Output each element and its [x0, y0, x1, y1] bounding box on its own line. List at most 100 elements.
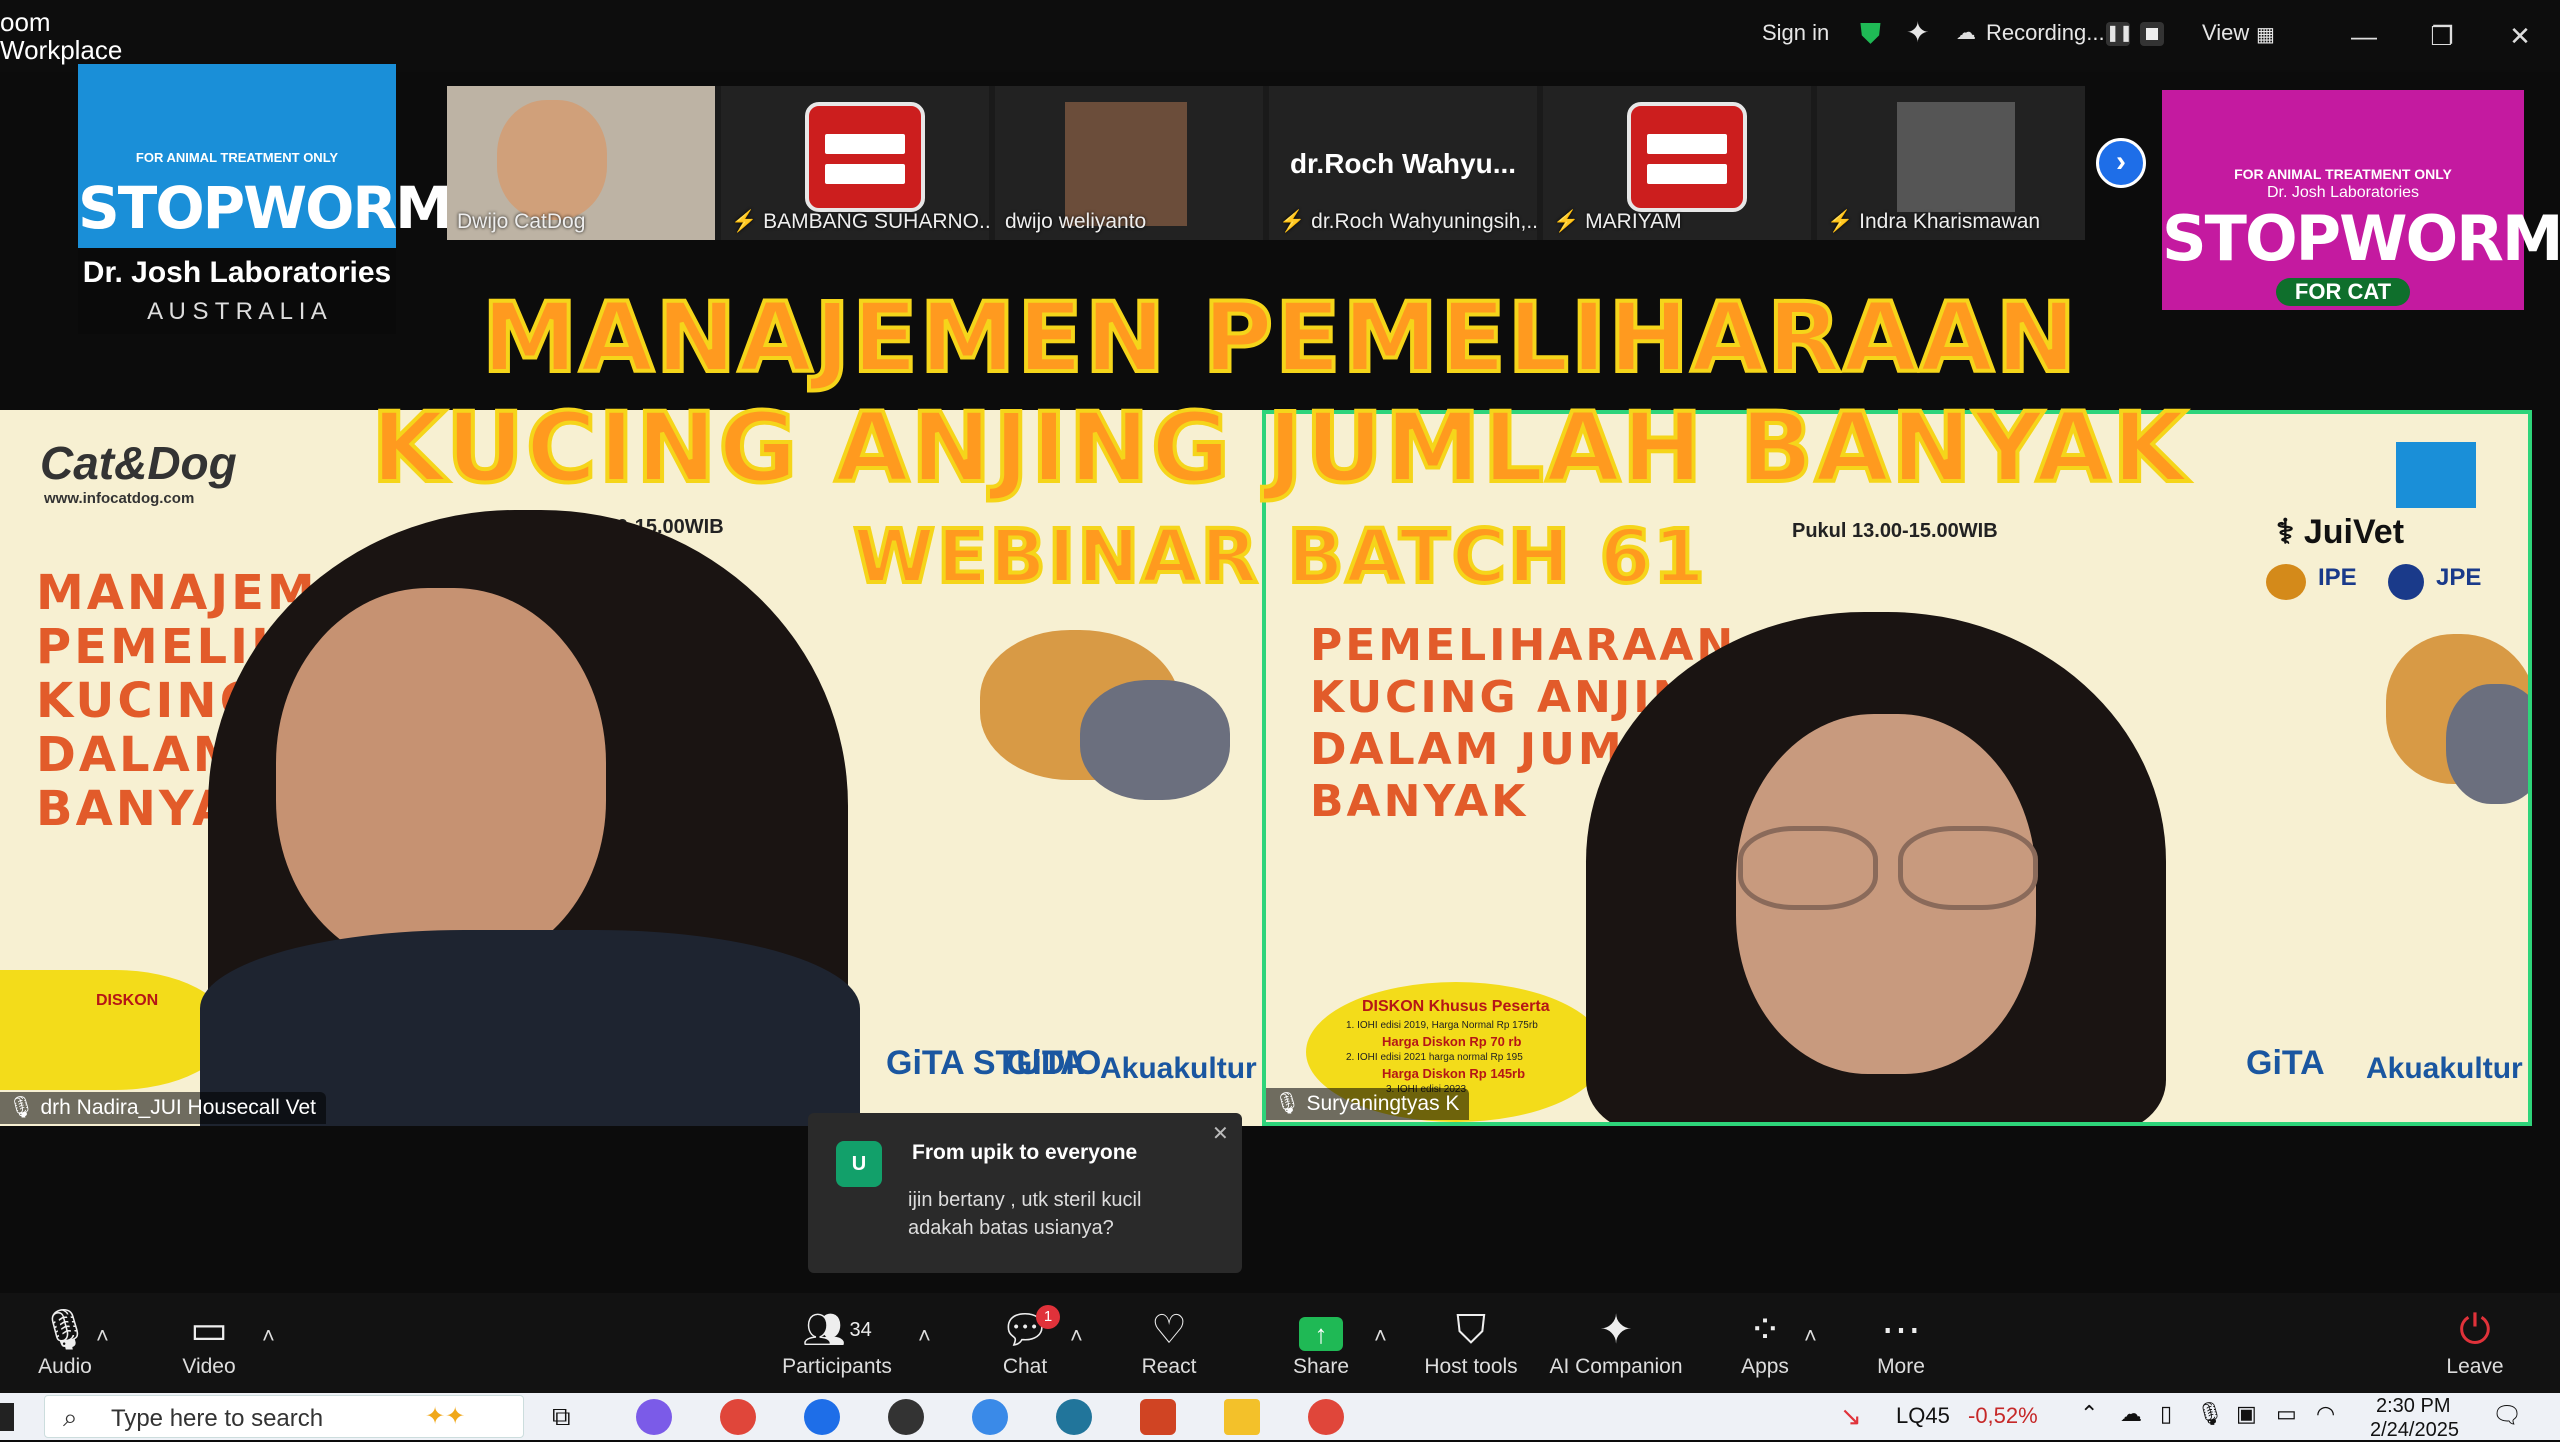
participant-name: Suryaningtyas K — [1306, 1092, 1460, 1115]
zoom-app-icon[interactable] — [804, 1399, 840, 1435]
chat-options-chevron-icon[interactable]: ˄ — [1070, 1323, 1083, 1349]
view-grid-icon[interactable]: ▦ — [2256, 22, 2275, 47]
sparkle-icon[interactable]: ✦ — [1906, 16, 1929, 49]
react-button[interactable]: ♡ React — [1104, 1305, 1234, 1387]
participant-thumb-5[interactable]: ⚡ MARIYAM — [1543, 86, 1811, 240]
pause-recording-icon[interactable]: ❚❚ — [2106, 22, 2133, 46]
apps-options-chevron-icon[interactable]: ˄ — [1804, 1323, 1817, 1349]
cat-illustration — [2446, 684, 2528, 804]
share-label: Share — [1292, 1355, 1350, 1378]
muted-mic-icon: ⚡ — [731, 210, 758, 233]
stock-name[interactable]: LQ45 — [1896, 1403, 1950, 1429]
react-label: React — [1141, 1355, 1197, 1378]
speaker-face — [276, 588, 606, 968]
chrome-profile-app-icon[interactable] — [1308, 1399, 1344, 1435]
audio-button[interactable]: 🎙︎ Audio — [0, 1305, 130, 1387]
participant-thumb-1[interactable]: Dwijo CatDog — [447, 86, 715, 240]
lab-name: Dr. Josh Laboratories — [2266, 184, 2420, 201]
stop-recording-icon[interactable] — [2140, 22, 2164, 46]
microphone-tray-icon[interactable]: 🎙︎ — [2196, 1401, 2224, 1427]
battery-icon[interactable]: ▭ — [2276, 1401, 2297, 1427]
leave-button[interactable]: ⏻ Leave — [2410, 1305, 2540, 1387]
participant-thumb-6[interactable]: ⚡ Indra Kharismawan — [1817, 86, 2085, 240]
heart-icon: ♡ — [1151, 1308, 1187, 1352]
start-button-icon[interactable] — [0, 1403, 14, 1431]
view-menu[interactable]: View — [2202, 20, 2249, 46]
sign-in-link[interactable]: Sign in — [1762, 20, 1829, 46]
cat-illustration — [1080, 680, 1230, 800]
obs-app-icon[interactable] — [888, 1399, 924, 1435]
participant-name: Dwijo CatDog — [457, 210, 586, 233]
participant-thumb-2[interactable]: ⚡ BAMBANG SUHARNO... — [721, 86, 989, 240]
share-options-chevron-icon[interactable]: ˄ — [1374, 1323, 1387, 1349]
audio-options-chevron-icon[interactable]: ˄ — [96, 1323, 109, 1349]
stock-down-icon: ↘ — [1840, 1401, 1862, 1431]
next-page-arrow-icon[interactable]: › — [2096, 138, 2146, 188]
leave-icon: ⏻ — [2459, 1308, 2491, 1352]
cloud-record-icon: ☁ — [1956, 22, 1976, 44]
participant-name: Indra Kharismawan — [1859, 210, 2041, 233]
share-arrow-icon: ↑ — [1299, 1317, 1343, 1351]
edge-app-icon[interactable] — [972, 1399, 1008, 1435]
powerpoint-app-icon[interactable] — [1140, 1399, 1176, 1435]
gallus-logo — [805, 102, 925, 212]
host-tools-button[interactable]: ⛉ Host tools — [1406, 1305, 1536, 1387]
participant-name: dwijo weliyanto — [1005, 210, 1147, 233]
participants-icon: 👥︎ — [802, 1311, 846, 1349]
minimize-icon[interactable]: — — [2344, 16, 2384, 56]
sponsor-logo: GiTA — [1006, 1044, 1085, 1082]
app-title-line1: oom — [0, 7, 51, 37]
participant-thumb-4[interactable]: dr.Roch Wahyu... ⚡ dr.Roch Wahyuningsih,.… — [1269, 86, 1537, 240]
participants-count: 34 — [849, 1319, 872, 1341]
discount-line: 2. IOHI edisi 2021 harga normal Rp 195 — [1346, 1052, 1523, 1063]
copilot-app-icon[interactable] — [636, 1399, 672, 1435]
share-button[interactable]: ↑ Share — [1256, 1305, 1386, 1387]
participant-photo — [1897, 102, 2015, 212]
display-icon[interactable]: ▣ — [2236, 1401, 2257, 1427]
cloud-sync-icon[interactable]: ☁ — [2120, 1401, 2142, 1427]
more-button[interactable]: ⋯ More — [1836, 1305, 1966, 1387]
close-popup-icon[interactable]: ✕ — [1212, 1121, 1229, 1146]
slide-line: PEMELIHARAAN — [1310, 620, 1737, 671]
close-icon[interactable]: ✕ — [2500, 16, 2540, 56]
participant-name: dr.Roch Wahyuningsih,... — [1311, 210, 1537, 233]
discount-badge: DISKON — [0, 970, 230, 1090]
microphone-icon: 🎙︎ — [39, 1308, 91, 1352]
device-icon[interactable]: ▯ — [2160, 1401, 2172, 1427]
taskbar-search-input[interactable]: ⌕ Type here to search ✦✦ — [44, 1395, 524, 1438]
stopworm-brand: STOPWORM — [78, 174, 453, 242]
gallus-logo — [1627, 102, 1747, 212]
wordpress-app-icon[interactable] — [1056, 1399, 1092, 1435]
ai-companion-label: AI Companion — [1549, 1355, 1683, 1378]
discount-line: Harga Diskon Rp 70 rb — [1382, 1034, 1522, 1049]
overlay-title-line3: WEBINAR BATCH 61 — [851, 512, 1707, 602]
file-explorer-app-icon[interactable] — [1224, 1399, 1260, 1435]
system-tray-chevron-icon[interactable]: ⌃ — [2080, 1401, 2098, 1427]
clock-time[interactable]: 2:30 PM — [2376, 1395, 2450, 1418]
wifi-icon[interactable]: ◠ — [2316, 1401, 2335, 1427]
task-view-icon[interactable]: ⧉ — [552, 1401, 571, 1433]
discount-title: DISKON Khusus Peserta — [1362, 998, 1550, 1015]
windows-taskbar: ⌕ Type here to search ✦✦ ⧉ ↘ LQ45 -0,52%… — [0, 1393, 2560, 1442]
search-highlight-sparkle-icon: ✦✦ — [425, 1403, 466, 1430]
stopworm-left-panel: FOR ANIMAL TREATMENT ONLY STOPWORM — [78, 64, 453, 248]
participants-options-chevron-icon[interactable]: ˄ — [918, 1323, 931, 1349]
notifications-icon[interactable]: 🗨︎ — [2492, 1401, 2522, 1430]
video-options-chevron-icon[interactable]: ˄ — [262, 1323, 275, 1349]
participant-thumb-3[interactable]: dwijo weliyanto — [995, 86, 1263, 240]
ai-companion-button[interactable]: ✦ AI Companion — [1546, 1305, 1686, 1387]
chat-notification-popup[interactable]: U From upik to everyone ijin bertany , u… — [808, 1113, 1242, 1273]
glasses-right-lens — [1898, 826, 2038, 910]
glasses-left-lens — [1738, 826, 1878, 910]
video-button[interactable]: ▭ Video — [144, 1305, 274, 1387]
shield-icon[interactable]: ⛊ — [1860, 18, 1881, 51]
chrome-app-icon[interactable] — [720, 1399, 756, 1435]
restore-icon[interactable]: ❐ — [2422, 16, 2462, 56]
treatment-only-label: FOR ANIMAL TREATMENT ONLY — [2234, 166, 2452, 182]
chat-message-line1: ijin bertany , utk steril kucil — [908, 1189, 1142, 1211]
clock-date[interactable]: 2/24/2025 — [2370, 1419, 2459, 1442]
discount-line: 1. IOHI edisi 2019, Harga Normal Rp 175r… — [1346, 1020, 1538, 1031]
search-placeholder: Type here to search — [111, 1405, 324, 1432]
discount-line: Harga Diskon Rp 145rb — [1382, 1066, 1526, 1081]
participants-button[interactable]: 👥︎ 34 Participants — [772, 1305, 902, 1387]
